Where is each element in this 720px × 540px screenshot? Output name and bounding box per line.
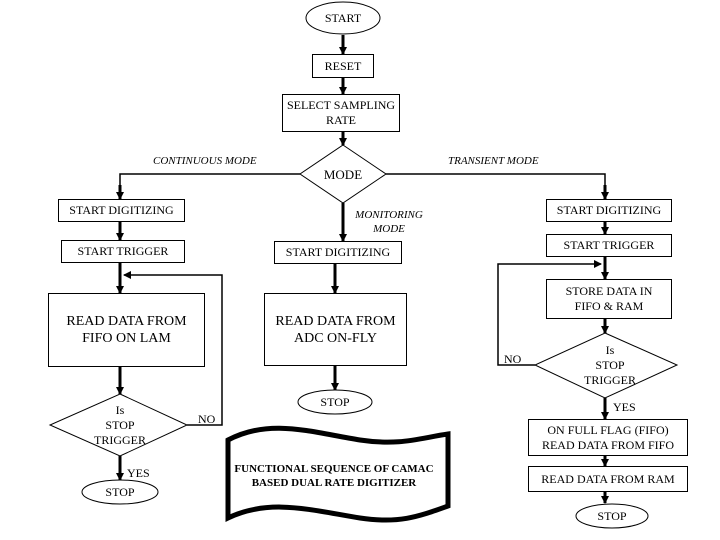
transient-start-digitizing-box: START DIGITIZING xyxy=(546,199,672,222)
branch-transient xyxy=(386,173,606,199)
continuous-stop-terminal: STOP xyxy=(105,484,135,499)
continuous-stop-trigger-decision: Is STOP TRIGGER xyxy=(94,402,146,447)
continuous-start-trigger-box: START TRIGGER xyxy=(61,240,185,263)
mode-decision: MODE xyxy=(323,166,363,182)
flowchart-connectors xyxy=(48,1,679,529)
continuous-start-digitizing-box: START DIGITIZING xyxy=(58,199,185,222)
transient-start-trigger-box: START TRIGGER xyxy=(546,234,672,257)
store-data-fifo-ram-box: STORE DATA IN FIFO & RAM xyxy=(546,279,672,319)
start-terminal: START xyxy=(324,10,362,25)
transient-stop-trigger-decision: Is STOP TRIGGER xyxy=(584,342,636,387)
monitoring-mode-label: MONITORING MODE xyxy=(355,209,423,235)
reset-box: RESET xyxy=(312,54,374,78)
transient-stop-terminal: STOP xyxy=(597,508,627,523)
select-sampling-rate-box: SELECT SAMPLING RATE xyxy=(282,94,400,132)
read-fifo-on-lam-box: READ DATA FROM FIFO ON LAM xyxy=(48,293,205,367)
read-data-from-ram-box: READ DATA FROM RAM xyxy=(528,466,688,492)
transient-yes-label: YES xyxy=(613,400,636,414)
monitoring-start-digitizing-box: START DIGITIZING xyxy=(274,241,402,264)
full-flag-read-fifo-box: ON FULL FLAG (FIFO) READ DATA FROM FIFO xyxy=(528,419,688,456)
transient-no-label: NO xyxy=(504,352,522,366)
continuous-mode-label: CONTINUOUS MODE xyxy=(153,155,257,167)
monitoring-stop-terminal: STOP xyxy=(320,394,350,409)
read-adc-on-fly-box: READ DATA FROM ADC ON-FLY xyxy=(264,293,407,366)
continuous-no-label: NO xyxy=(198,412,216,426)
continuous-yes-label: YES xyxy=(127,466,150,480)
diagram-title: FUNCTIONAL SEQUENCE OF CAMAC BASED DUAL … xyxy=(234,463,434,489)
branch-continuous xyxy=(119,173,300,199)
transient-mode-label: TRANSIENT MODE xyxy=(448,155,539,167)
